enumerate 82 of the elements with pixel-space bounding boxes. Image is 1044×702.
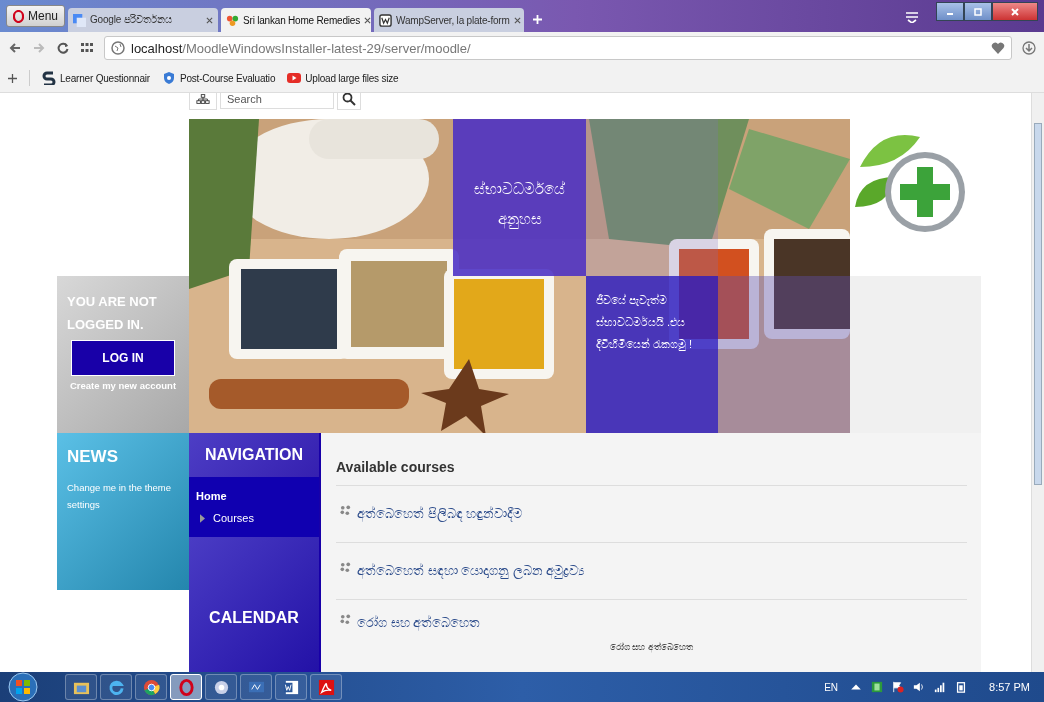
sitemap-icon — [196, 93, 210, 106]
word-taskbar-button[interactable] — [275, 674, 307, 700]
course-link[interactable]: රෝග සහ අත්බෙහෙත — [357, 615, 481, 631]
navigation-item[interactable]: Home — [196, 485, 312, 507]
globe-icon — [111, 41, 125, 55]
language-indicator[interactable]: EN — [824, 681, 839, 693]
w-square-icon — [379, 13, 393, 27]
tab-menu-icon[interactable] — [905, 11, 919, 23]
expand-icon — [200, 513, 205, 523]
ie-icon — [107, 678, 125, 696]
folder-taskbar-button[interactable] — [65, 674, 97, 700]
tab-title: WampServer, la plate-form — [396, 14, 510, 26]
navigation-title: NAVIGATION — [204, 446, 304, 464]
address-field[interactable]: localhost/MoodleWindowsInstaller-latest-29/server/moodle/ — [104, 36, 1012, 60]
bookmark-label: Learner Questionnair — [60, 72, 150, 84]
course-icon — [340, 561, 351, 573]
chrome-icon — [142, 678, 160, 696]
bookmark-item[interactable]: Upload large files size — [287, 71, 399, 85]
course-summary: රෝග සහ අත්බෙහෙත — [609, 642, 694, 653]
opera-icon — [177, 678, 195, 696]
course-icon — [340, 613, 351, 625]
edge-taskbar-button[interactable] — [205, 674, 237, 700]
bookmark-item[interactable]: Post-Course Evaluatio — [161, 71, 276, 85]
opera-logo-icon — [13, 9, 24, 23]
app-tray-icon[interactable] — [871, 681, 884, 693]
scrollbar[interactable] — [1031, 93, 1044, 672]
ie-taskbar-button[interactable] — [100, 674, 132, 700]
add-icon[interactable] — [8, 73, 17, 83]
play-icon — [287, 71, 302, 85]
tab-title: Sri lankan Home Remedies — [243, 14, 360, 26]
section-heading: Available courses — [336, 459, 967, 486]
bookmark-item[interactable]: Learner Questionnair — [42, 71, 150, 85]
back-icon[interactable] — [8, 41, 22, 55]
flag-error-icon[interactable] — [892, 681, 905, 693]
navigation-item[interactable]: Courses — [196, 507, 312, 529]
signal-icon[interactable] — [934, 681, 947, 693]
browser-tab[interactable]: Sri lankan Home Remedies — [221, 8, 372, 32]
battery-icon[interactable] — [955, 681, 968, 693]
grid-icon[interactable] — [80, 41, 94, 55]
close-icon — [1010, 6, 1020, 17]
pdf-icon — [317, 678, 335, 696]
clock[interactable]: 8:57 PM — [989, 681, 1030, 693]
close-icon[interactable] — [513, 16, 521, 24]
site-menu-button[interactable] — [189, 93, 217, 110]
url-text: localhost/MoodleWindowsInstaller-latest-29/server/moodle/ — [131, 40, 471, 56]
search-field[interactable]: Search — [220, 93, 334, 109]
course-link[interactable]: අත්බෙහෙත් පිලිබඳ හඳුන්වාදීම — [357, 506, 523, 522]
start-button[interactable] — [8, 672, 38, 702]
bookmark-label: Post-Course Evaluatio — [179, 72, 276, 84]
menu-button[interactable]: Menu — [6, 5, 66, 27]
course-link[interactable]: අත්බෙහෙත් සඳහා යොදාගනු ලබන අමුද්‍රව්‍ය — [357, 563, 585, 579]
restore-button[interactable] — [964, 2, 992, 21]
minimize-button[interactable] — [936, 2, 964, 21]
word-icon — [282, 678, 300, 696]
calendar-title: CALENDAR — [209, 609, 299, 627]
chrome-taskbar-button[interactable] — [135, 674, 167, 700]
minimize-icon — [947, 13, 953, 15]
download-icon[interactable] — [1022, 41, 1036, 55]
close-icon[interactable] — [363, 16, 371, 24]
search-button[interactable] — [337, 93, 361, 110]
browser-tab[interactable]: Google පරිවර්තනය — [68, 8, 219, 32]
browser-tab[interactable]: WampServer, la plate-form — [374, 8, 525, 32]
hero-title: ස්භාවධර්මයේ අනුහස — [473, 179, 566, 231]
course-icon — [340, 504, 351, 516]
hero-text: ජීවයේ පැවැත්ම ස්භාවධර්මයයි .එය දිවිහිමියෙන් රැකගමු ! — [596, 293, 694, 353]
s-logo-icon — [42, 71, 56, 85]
login-button[interactable]: LOG IN — [71, 340, 175, 376]
close-icon[interactable] — [206, 16, 214, 24]
news-title: NEWS — [67, 447, 119, 467]
pdf-taskbar-button[interactable] — [310, 674, 342, 700]
search-icon — [342, 93, 356, 106]
volume-icon[interactable] — [913, 681, 926, 693]
restore-icon — [973, 6, 983, 17]
close-button[interactable] — [992, 2, 1038, 21]
new-tab-icon[interactable] — [533, 15, 543, 24]
news-text: Change me in the theme settings — [67, 481, 173, 512]
heart-icon[interactable] — [991, 41, 1005, 55]
shield-icon — [161, 71, 176, 85]
reload-icon[interactable] — [56, 41, 70, 55]
opera-taskbar-button[interactable] — [170, 674, 202, 700]
bookmark-label: Upload large files size — [305, 72, 399, 84]
tab-title: Google පරිවර්තනය — [90, 14, 173, 26]
